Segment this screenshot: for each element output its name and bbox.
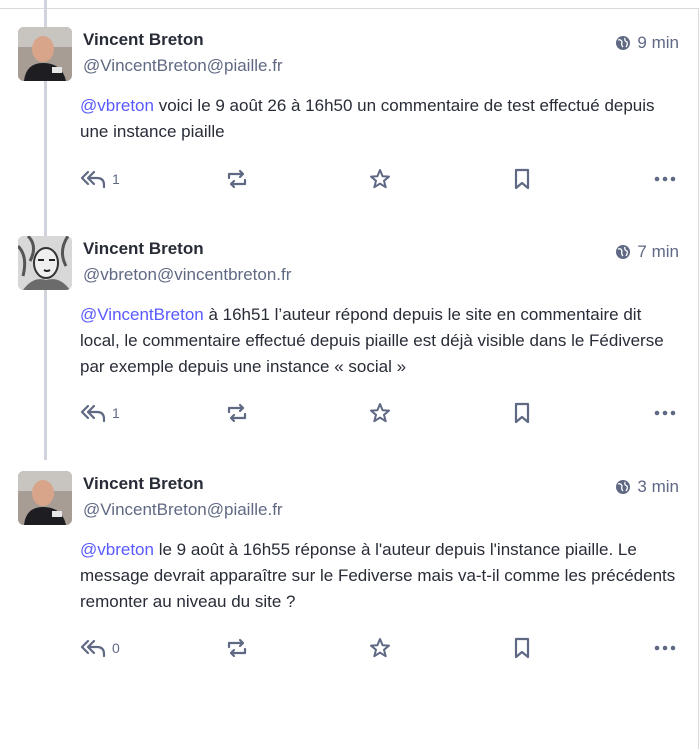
relative-time: 3 min bbox=[637, 477, 679, 496]
display-name[interactable]: Vincent Breton bbox=[83, 239, 204, 259]
boost-icon bbox=[227, 403, 247, 423]
bookmark-icon bbox=[514, 402, 530, 424]
bookmark-button[interactable] bbox=[509, 164, 535, 194]
bookmark-button[interactable] bbox=[509, 633, 535, 663]
boost-icon bbox=[227, 169, 247, 189]
more-icon bbox=[654, 410, 676, 416]
action-bar: 1 bbox=[0, 398, 699, 428]
top-divider bbox=[0, 8, 699, 9]
globe-icon bbox=[616, 245, 631, 259]
star-icon bbox=[370, 638, 390, 658]
more-icon bbox=[654, 645, 676, 651]
reply-all-icon bbox=[80, 404, 106, 423]
bookmark-icon bbox=[514, 637, 530, 659]
more-button[interactable] bbox=[652, 164, 678, 194]
boost-button[interactable] bbox=[224, 633, 250, 663]
reply-all-button[interactable]: 1 bbox=[80, 398, 120, 428]
globe-icon bbox=[616, 480, 631, 494]
account-handle[interactable]: @VincentBreton@piaille.fr bbox=[83, 500, 283, 520]
mention-link[interactable]: @vbreton bbox=[80, 96, 154, 115]
bookmark-icon bbox=[514, 168, 530, 190]
reply-all-icon bbox=[80, 639, 106, 658]
more-icon bbox=[654, 176, 676, 182]
avatar-photo bbox=[18, 236, 72, 290]
action-bar: 1 bbox=[0, 164, 699, 194]
action-bar: 0 bbox=[0, 633, 699, 663]
thread-view: Vincent Breton @VincentBreton@piaille.fr… bbox=[0, 0, 699, 749]
boost-button[interactable] bbox=[224, 164, 250, 194]
favourite-button[interactable] bbox=[367, 164, 393, 194]
post-content: @vbreton voici le 9 août 26 à 16h50 un c… bbox=[80, 93, 680, 145]
post-content: @vbreton le 9 août à 16h55 réponse à l'a… bbox=[80, 537, 680, 615]
globe-icon bbox=[616, 36, 631, 50]
more-button[interactable] bbox=[652, 633, 678, 663]
display-name[interactable]: Vincent Breton bbox=[83, 474, 204, 494]
star-icon bbox=[370, 169, 390, 189]
post-text: voici le 9 août 26 à 16h50 un commentair… bbox=[80, 96, 655, 141]
avatar-photo bbox=[18, 27, 72, 81]
mention-link[interactable]: @vbreton bbox=[80, 540, 154, 559]
reply-count: 0 bbox=[112, 640, 120, 656]
avatar[interactable] bbox=[18, 27, 72, 81]
avatar-photo bbox=[18, 471, 72, 525]
display-name[interactable]: Vincent Breton bbox=[83, 30, 204, 50]
post-time[interactable]: 3 min bbox=[615, 477, 679, 497]
post-content: @VincentBreton à 16h51 l’auteur répond d… bbox=[80, 302, 680, 380]
avatar[interactable] bbox=[18, 236, 72, 290]
reply-all-icon bbox=[80, 170, 106, 189]
post-time[interactable]: 9 min bbox=[615, 33, 679, 53]
favourite-button[interactable] bbox=[367, 633, 393, 663]
post-time[interactable]: 7 min bbox=[615, 242, 679, 262]
bookmark-button[interactable] bbox=[509, 398, 535, 428]
more-button[interactable] bbox=[652, 398, 678, 428]
account-handle[interactable]: @VincentBreton@piaille.fr bbox=[83, 56, 283, 76]
relative-time: 7 min bbox=[637, 242, 679, 261]
account-handle[interactable]: @vbreton@vincentbreton.fr bbox=[83, 265, 291, 285]
avatar[interactable] bbox=[18, 471, 72, 525]
post-text: le 9 août à 16h55 réponse à l'auteur dep… bbox=[80, 540, 676, 611]
reply-all-button[interactable]: 1 bbox=[80, 164, 120, 194]
relative-time: 9 min bbox=[637, 33, 679, 52]
favourite-button[interactable] bbox=[367, 398, 393, 428]
boost-button[interactable] bbox=[224, 398, 250, 428]
reply-count: 1 bbox=[112, 405, 120, 421]
reply-all-button[interactable]: 0 bbox=[80, 633, 120, 663]
star-icon bbox=[370, 403, 390, 423]
boost-icon bbox=[227, 638, 247, 658]
reply-count: 1 bbox=[112, 171, 120, 187]
mention-link[interactable]: @VincentBreton bbox=[80, 305, 204, 324]
